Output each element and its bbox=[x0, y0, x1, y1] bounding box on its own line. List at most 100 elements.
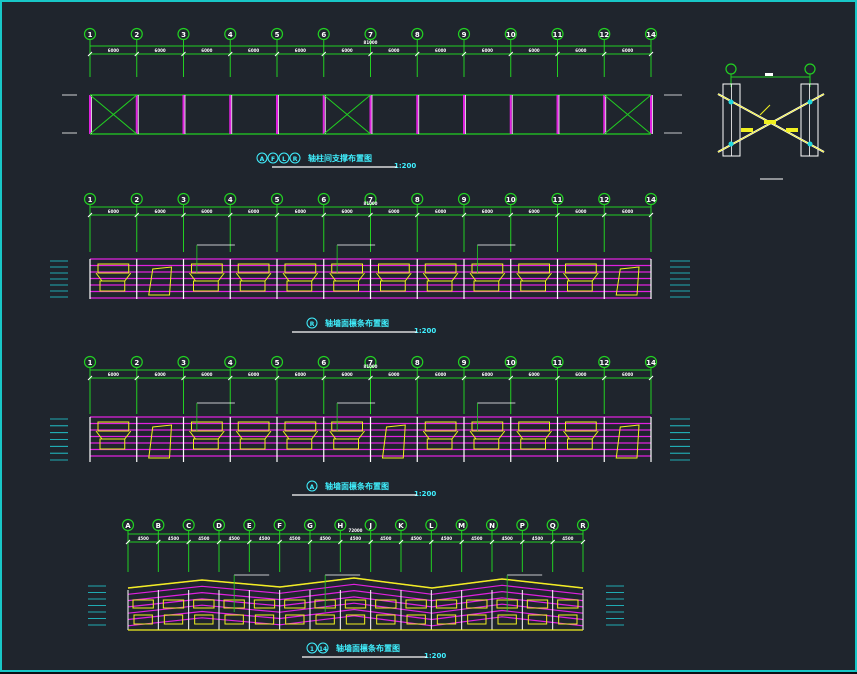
axis-label: 4 bbox=[228, 31, 233, 39]
door-opening bbox=[148, 266, 173, 296]
axis-label: 14 bbox=[646, 359, 656, 367]
axis-label: 4 bbox=[228, 359, 233, 367]
gusset-plate bbox=[741, 128, 753, 132]
bay-dimension: 4500 bbox=[138, 536, 149, 541]
axis-label: 8 bbox=[415, 31, 420, 39]
bay-dimension: 6000 bbox=[388, 372, 399, 377]
sag-rod bbox=[358, 272, 365, 282]
sag-rod bbox=[311, 272, 319, 282]
axis-label: 9 bbox=[462, 359, 467, 367]
window-lower bbox=[333, 438, 359, 450]
axis-label: 11 bbox=[553, 196, 563, 204]
sag-rod bbox=[516, 272, 524, 282]
title-scale: 1:200 bbox=[414, 490, 436, 498]
axis-label: 5 bbox=[275, 196, 280, 204]
axis-label: 10 bbox=[506, 359, 516, 367]
sag-rod bbox=[311, 430, 319, 440]
bay-dimension: 4500 bbox=[441, 536, 452, 541]
bay-dimension: 4500 bbox=[259, 536, 270, 541]
axis-label: H bbox=[337, 522, 343, 530]
axis-label: 12 bbox=[599, 359, 609, 367]
title-text: 轴柱间支撑布置图 bbox=[308, 153, 372, 163]
window-lower bbox=[99, 438, 126, 450]
axis-label: 3 bbox=[181, 196, 186, 204]
bay-dimension: 6000 bbox=[108, 209, 119, 214]
bolt bbox=[807, 99, 813, 105]
window-lower bbox=[193, 438, 219, 450]
gusset-plate bbox=[764, 120, 776, 124]
bay-dimension: 6000 bbox=[201, 372, 212, 377]
overall-dimension: 81000 bbox=[364, 40, 378, 45]
bay-dimension: 6000 bbox=[201, 209, 212, 214]
bay-dimension: 6000 bbox=[342, 372, 353, 377]
axis-label: L bbox=[429, 522, 434, 530]
sag-rod bbox=[329, 272, 337, 282]
cad-drawing: 1 2 3 4 5 6 7 8 9 10 11 12 14810006000 6000 6000 6000 60… bbox=[50, 27, 825, 660]
door-opening bbox=[615, 266, 640, 296]
sag-rod bbox=[469, 272, 477, 282]
bay-dimension: 4500 bbox=[198, 536, 209, 541]
window-lower bbox=[333, 280, 359, 292]
bay-dimension: 6000 bbox=[155, 48, 166, 53]
bay-dimension: 6000 bbox=[529, 48, 540, 53]
sag-rod bbox=[545, 430, 552, 440]
row2-title: R 轴墙面檩条布置图 1:200 bbox=[292, 317, 436, 335]
bay-dimension: 6000 bbox=[622, 209, 633, 214]
axis-label: 3 bbox=[181, 359, 186, 367]
sag-rod bbox=[235, 430, 243, 440]
axis-label: 12 bbox=[599, 196, 609, 204]
bay-dimension: 4500 bbox=[411, 536, 422, 541]
axis-label: 2 bbox=[134, 196, 139, 204]
axis-label: J bbox=[368, 522, 372, 530]
axis-label: P bbox=[520, 522, 525, 530]
axis-label: 3 bbox=[181, 31, 186, 39]
row1-title: A F L R 轴柱间支撑布置图 1:200 bbox=[256, 152, 416, 170]
axis-label: A bbox=[125, 522, 131, 530]
sag-rod bbox=[282, 430, 290, 440]
bay-dimension: 6000 bbox=[575, 48, 586, 53]
bay-dimension: 4500 bbox=[471, 536, 482, 541]
window-lower bbox=[520, 280, 546, 292]
row1-axis-header: 1 2 3 4 5 6 7 8 9 10 11 12 14810006000 6000 6000 6000 60… bbox=[83, 27, 658, 77]
bay-dimension: 6000 bbox=[295, 48, 306, 53]
drawing-sheet: 1 2 3 4 5 6 7 8 9 10 11 12 14 81000 6000 6000 6000 6000 60… bbox=[0, 0, 857, 672]
sag-rod bbox=[516, 430, 524, 440]
bay-dimension: 6000 bbox=[529, 209, 540, 214]
bay-dimension: 4500 bbox=[168, 536, 179, 541]
window-lower bbox=[567, 280, 593, 292]
title-axis-label: 14 bbox=[319, 646, 327, 653]
row3-axis-header: 1 2 3 4 5 6 7 8 9 10 11 12 14810006000 6000 6000 6000 60… bbox=[83, 355, 658, 414]
bay-dimension: 4500 bbox=[562, 536, 573, 541]
sag-rod bbox=[95, 272, 103, 282]
weld-leader bbox=[759, 104, 771, 116]
bay-dimension: 4500 bbox=[320, 536, 331, 541]
sag-rod bbox=[591, 272, 599, 282]
axis-label: M bbox=[458, 522, 465, 530]
sag-rod bbox=[329, 430, 337, 440]
axis-label: 11 bbox=[553, 31, 563, 39]
bolt bbox=[807, 141, 813, 147]
window-upper bbox=[193, 599, 215, 609]
overall-dimension: 81000 bbox=[364, 201, 378, 206]
bay-dimension: 6000 bbox=[482, 48, 493, 53]
axis-label: 1 bbox=[88, 31, 93, 39]
bracing-elevation bbox=[62, 94, 682, 135]
axis-label: 7 bbox=[368, 31, 373, 39]
bay-dimension: 6000 bbox=[575, 372, 586, 377]
axis-label: 1 bbox=[88, 196, 93, 204]
window-lower bbox=[239, 438, 266, 450]
sag-rod bbox=[451, 272, 459, 282]
bay-dimension: 4500 bbox=[229, 536, 240, 541]
bay-dimension: 4500 bbox=[380, 536, 391, 541]
sag-rod bbox=[189, 272, 196, 282]
axis-label: N bbox=[489, 522, 495, 530]
axis-label: B bbox=[156, 522, 161, 530]
bay-dimension: 6000 bbox=[529, 372, 540, 377]
sag-rod bbox=[404, 272, 412, 282]
axis-label: K bbox=[398, 522, 404, 530]
axis-label: F bbox=[277, 522, 282, 530]
sag-rod bbox=[591, 430, 599, 440]
bay-dimension: 4500 bbox=[289, 536, 300, 541]
sag-rod bbox=[376, 272, 383, 282]
axis-label: 2 bbox=[134, 359, 139, 367]
